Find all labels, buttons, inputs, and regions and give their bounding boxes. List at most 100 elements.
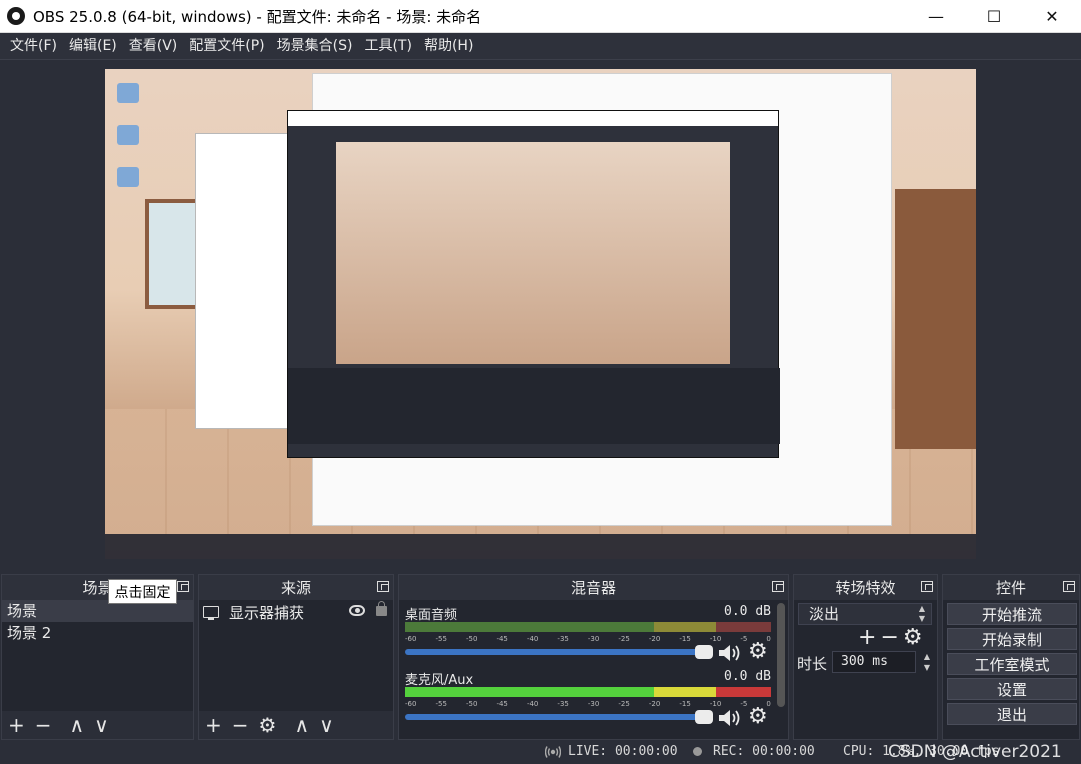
- scale-tick: -50: [465, 635, 478, 643]
- controls-dock: 控件 开始推流 开始录制 工作室模式 设置 退出: [942, 574, 1080, 740]
- duration-label: 时长: [797, 655, 828, 673]
- menu-bar: 文件(F) 编辑(E) 查看(V) 配置文件(P) 场景集合(S) 工具(T) …: [0, 33, 1081, 60]
- float-dock-icon[interactable]: [1063, 581, 1075, 592]
- sources-toolbar: + − ⚙ ∧ ∨: [199, 711, 393, 739]
- start-streaming-button[interactable]: 开始推流: [947, 603, 1077, 625]
- transition-select[interactable]: 淡出: [798, 603, 932, 625]
- float-dock-icon[interactable]: [772, 581, 784, 592]
- mixer-channel-mic: 麦克风/Aux 0.0 dB -60 -55 -50 -45 -40 -35 -…: [403, 669, 771, 731]
- maximize-button[interactable]: ☐: [965, 0, 1023, 33]
- scale-tick: -15: [679, 635, 691, 643]
- obs-logo-icon: [7, 7, 25, 25]
- preview-nested-obs: [287, 110, 780, 458]
- menu-view[interactable]: 查看(V): [123, 33, 184, 60]
- scale-tick: -20: [648, 700, 661, 708]
- add-transition-icon[interactable]: +: [858, 627, 876, 649]
- volume-slider[interactable]: [405, 710, 713, 724]
- controls-header: 控件: [943, 575, 1079, 600]
- preview-nested-screen: [336, 142, 730, 364]
- rec-dot-icon: [693, 747, 702, 756]
- duration-input[interactable]: 300 ms: [832, 651, 916, 673]
- scale-tick: -45: [496, 635, 508, 643]
- scale-tick: -25: [618, 635, 630, 643]
- add-source-icon[interactable]: +: [205, 713, 222, 737]
- scale-tick: -5: [740, 635, 748, 643]
- scale-tick: -45: [496, 700, 508, 708]
- transitions-header: 转场特效: [794, 575, 937, 600]
- menu-scene-collection[interactable]: 场景集合(S): [271, 33, 359, 60]
- remove-transition-icon[interactable]: −: [880, 627, 898, 649]
- sources-header: 来源: [199, 575, 393, 600]
- minimize-button[interactable]: —: [907, 0, 965, 33]
- remove-scene-icon[interactable]: −: [35, 713, 52, 737]
- preview-shelf: [895, 189, 976, 449]
- float-dock-icon[interactable]: [921, 581, 933, 592]
- desktop-icon: [117, 125, 139, 145]
- close-button[interactable]: ✕: [1023, 0, 1081, 33]
- scale-tick: -35: [557, 635, 569, 643]
- menu-tools[interactable]: 工具(T): [358, 33, 417, 60]
- volume-slider[interactable]: [405, 645, 713, 659]
- mixer-title: 混音器: [570, 579, 616, 597]
- volume-slider-handle[interactable]: [695, 710, 713, 724]
- rec-timer: REC: 00:00:00: [713, 744, 815, 759]
- monitor-icon: [203, 606, 219, 620]
- scale-tick: -60: [405, 635, 417, 643]
- menu-file[interactable]: 文件(F): [4, 33, 63, 60]
- window-controls: — ☐ ✕: [907, 0, 1081, 33]
- move-up-icon[interactable]: ∧: [70, 713, 85, 737]
- scale-tick: -60: [405, 700, 417, 708]
- volume-slider-handle[interactable]: [695, 645, 713, 659]
- speaker-icon[interactable]: [717, 709, 741, 727]
- float-dock-icon[interactable]: [177, 581, 189, 592]
- title-bar: OBS 25.0.8 (64-bit, windows) - 配置文件: 未命名…: [0, 0, 1081, 33]
- scene-item[interactable]: 场景 2: [2, 622, 193, 644]
- transitions-dock: 转场特效 淡出 ▲ ▼ + − ⚙ 时长 300 ms ▲ ▼: [793, 574, 938, 740]
- settings-button[interactable]: 设置: [947, 678, 1077, 700]
- channel-db: 0.0 dB: [724, 669, 771, 684]
- volume-meter: [405, 622, 771, 632]
- channel-name: 桌面音频: [405, 608, 458, 623]
- exit-button[interactable]: 退出: [947, 703, 1077, 725]
- move-down-icon[interactable]: ∨: [319, 713, 334, 737]
- select-arrows-icon[interactable]: ▲ ▼: [915, 604, 929, 624]
- transition-gear-icon[interactable]: ⚙: [903, 627, 923, 649]
- scale-tick: -55: [435, 635, 447, 643]
- csdn-watermark: CSDN @Activer2021: [888, 742, 1062, 762]
- preview-canvas[interactable]: [105, 69, 976, 559]
- mixer-dock: 混音器 桌面音频 0.0 dB -60 -55 -50 -45 -40 -35 …: [398, 574, 789, 740]
- mixer-gear-icon[interactable]: ⚙: [748, 706, 768, 728]
- scale-tick: -15: [679, 700, 691, 708]
- studio-mode-button[interactable]: 工作室模式: [947, 653, 1077, 675]
- status-bar: LIVE: 00:00:00 REC: 00:00:00 CPU: 1.8%, …: [0, 740, 1081, 764]
- live-timer: LIVE: 00:00:00: [568, 744, 678, 759]
- remove-source-icon[interactable]: −: [232, 713, 249, 737]
- visibility-eye-icon[interactable]: [349, 605, 365, 616]
- scale-tick: -55: [435, 700, 447, 708]
- source-properties-gear-icon[interactable]: ⚙: [259, 713, 277, 737]
- start-recording-button[interactable]: 开始录制: [947, 628, 1077, 650]
- lock-icon[interactable]: [376, 601, 387, 616]
- scale-tick: -5: [740, 700, 748, 708]
- move-up-icon[interactable]: ∧: [294, 713, 309, 737]
- move-down-icon[interactable]: ∨: [94, 713, 109, 737]
- mixer-gear-icon[interactable]: ⚙: [748, 641, 768, 663]
- menu-profile[interactable]: 配置文件(P): [183, 33, 270, 60]
- menu-help[interactable]: 帮助(H): [418, 33, 479, 60]
- scale-tick: -30: [587, 700, 600, 708]
- scale-tick: -30: [587, 635, 600, 643]
- mixer-scrollbar[interactable]: [777, 603, 785, 707]
- speaker-icon[interactable]: [717, 644, 741, 662]
- scenes-toolbar: + − ∧ ∨: [2, 711, 193, 739]
- channel-db: 0.0 dB: [724, 604, 771, 619]
- float-dock-icon[interactable]: [377, 581, 389, 592]
- scale-tick: -25: [618, 700, 630, 708]
- menu-edit[interactable]: 编辑(E): [63, 33, 123, 60]
- duration-spinner-icon[interactable]: ▲ ▼: [920, 651, 934, 673]
- preview-taskbar: [105, 534, 976, 559]
- add-scene-icon[interactable]: +: [8, 713, 25, 737]
- desktop-icon: [117, 83, 139, 103]
- source-item[interactable]: 显示器捕获: [199, 600, 393, 624]
- preview-area: [0, 61, 1081, 570]
- pin-tooltip: 点击固定: [108, 579, 177, 604]
